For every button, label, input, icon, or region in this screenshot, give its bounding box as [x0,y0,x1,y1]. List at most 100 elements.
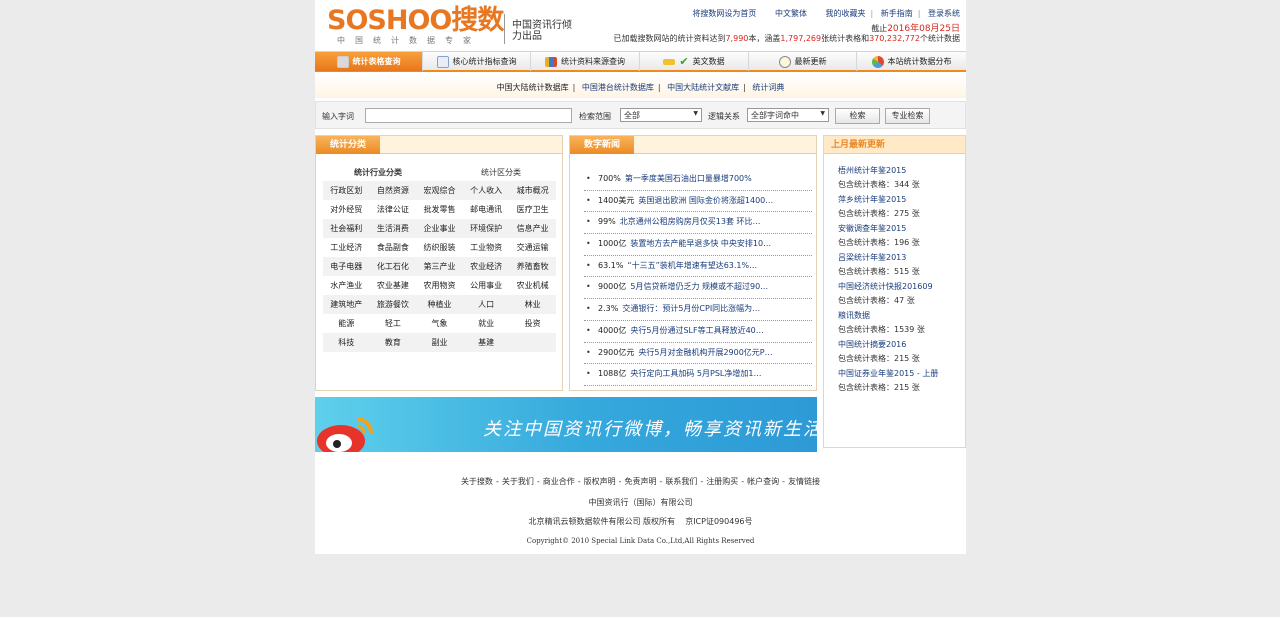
category-item[interactable]: 工业经济 [323,242,370,253]
latest-book-link[interactable]: 中国统计摘要2016 [838,339,953,350]
category-item[interactable]: 食品副食 [370,242,417,253]
category-item[interactable]: 副业 [416,337,463,348]
category-item[interactable]: 电子电器 [323,261,370,272]
news-link[interactable]: 交通银行：预计5月份CPI同比涨幅为… [622,304,760,313]
category-tab[interactable]: 统计分类 [316,136,381,154]
category-item[interactable]: 能源 [323,318,370,329]
category-item[interactable]: 科技 [323,337,370,348]
category-item[interactable]: 就业 [463,318,510,329]
category-item[interactable]: 教育 [370,337,417,348]
region-title[interactable]: 统计区分类 [481,167,521,178]
category-item[interactable]: 基建 [463,337,510,348]
latest-book-link[interactable]: 萍乡统计年鉴2015 [838,194,953,205]
category-item[interactable]: 社会福利 [323,223,370,234]
category-item[interactable]: 法律公证 [370,204,417,215]
news-item[interactable]: 1000亿装置地方去产能早退多快 中央安排10… [584,234,812,256]
category-item[interactable]: 企业事业 [416,223,463,234]
category-item[interactable]: 气象 [416,318,463,329]
category-item[interactable]: 纺织服装 [416,242,463,253]
news-item[interactable]: 4000亿央行5月份通过SLF等工具释放近40… [584,321,812,343]
nav-data-distribution[interactable]: 本站统计数据分布 [857,52,966,71]
category-item[interactable]: 轻工 [370,318,417,329]
traditional-chinese-link[interactable]: 中文繁体 [775,9,807,18]
search-button[interactable]: 检索 [835,108,880,124]
category-item[interactable]: 对外经贸 [323,204,370,215]
news-link[interactable]: 5月信贷新增仍乏力 规模或不超过90… [630,282,768,291]
category-item[interactable]: 林业 [509,299,556,310]
category-item[interactable]: 公用事业 [463,280,510,291]
news-item[interactable]: 1400美元英国退出欧洲 国际金价将涨超1400… [584,191,812,213]
category-item[interactable]: 农用物资 [416,280,463,291]
subnav-dictionary[interactable]: 统计词典 [752,83,784,92]
category-item[interactable]: 信息产业 [509,223,556,234]
latest-book-link[interactable]: 安徽调查年鉴2015 [838,223,953,234]
category-item[interactable]: 投资 [509,318,556,329]
login-link[interactable]: 登录系统 [928,9,960,18]
news-link[interactable]: 英国退出欧洲 国际金价将涨超1400… [638,196,773,205]
nav-english-data[interactable]: ✔ 英文数据 [640,52,749,71]
set-homepage-link[interactable]: 将搜数网设为首页 [692,9,756,18]
category-item[interactable]: 医疗卫生 [509,204,556,215]
latest-book-link[interactable]: 粮讯数据 [838,310,953,321]
category-item[interactable]: 工业物资 [463,242,510,253]
category-item[interactable]: 交通运输 [509,242,556,253]
news-tab[interactable]: 数字新闻 [570,136,635,154]
category-item[interactable]: 批发零售 [416,204,463,215]
weibo-banner[interactable]: 关注中国资讯行微博，畅享资讯新生活！ [315,397,817,452]
industry-title[interactable]: 统计行业分类 [354,167,402,178]
favorites-link[interactable]: 我的收藏夹 [826,9,866,18]
category-item[interactable]: 农业经济 [463,261,510,272]
nav-source-query[interactable]: 统计资料来源查询 [531,52,640,71]
scope-select[interactable]: 全部 [620,108,702,122]
news-link[interactable]: 北京通州公租房购房月仅买13套 环比… [620,217,761,226]
news-link[interactable]: 第一季度美国石油出口量暴增700% [625,174,752,183]
logo[interactable]: SOSHOO搜数 中国统计数据专家 中国资讯行倾力出品 [327,6,587,48]
category-item[interactable]: 种植业 [416,299,463,310]
news-item[interactable]: 63.1%“十三五”装机年增速有望达63.1%… [584,256,812,278]
category-item[interactable]: 农业机械 [509,280,556,291]
subnav-hktw-db[interactable]: 中国港台统计数据库 [582,83,654,92]
category-item[interactable]: 自然资源 [370,185,417,196]
nav-table-query[interactable]: 统计表格查询 [315,52,423,71]
news-link[interactable]: 央行5月对金融机构开展2900亿元P… [638,348,772,357]
news-item[interactable]: 1088亿央行定向工具加码 5月PSL净增加1… [584,364,812,386]
footer-link[interactable]: 注册购买 [706,477,738,486]
category-item[interactable]: 建筑地产 [323,299,370,310]
category-item[interactable]: 城市概况 [509,185,556,196]
news-link[interactable]: 装置地方去产能早退多快 中央安排10… [630,239,771,248]
category-item[interactable]: 行政区划 [323,185,370,196]
news-item[interactable]: 700% 第一季度美国石油出口量暴增700% [584,169,812,191]
subnav-literature-db[interactable]: 中国大陆统计文献库 [667,83,739,92]
footer-link[interactable]: 商业合作 [543,477,575,486]
news-link[interactable]: 央行定向工具加码 5月PSL净增加1… [630,369,761,378]
footer-link[interactable]: 联系我们 [665,477,697,486]
nav-latest-update[interactable]: 最新更新 [749,52,857,71]
news-item[interactable]: 99% 北京通州公租房购房月仅买13套 环比… [584,212,812,235]
footer-link[interactable]: 关于我们 [502,477,534,486]
keyword-input[interactable] [365,108,572,123]
category-item[interactable]: 人口 [463,299,510,310]
category-item[interactable]: 第三产业 [416,261,463,272]
footer-link[interactable]: 版权声明 [584,477,616,486]
footer-link[interactable]: 关于搜数 [461,477,493,486]
category-item[interactable]: 宏观综合 [416,185,463,196]
news-link[interactable]: “十三五”装机年增速有望达63.1%… [627,261,757,270]
news-item[interactable]: 2.3%交通银行：预计5月份CPI同比涨幅为… [584,299,812,321]
category-item[interactable]: 养殖畜牧 [509,261,556,272]
nav-core-indicator[interactable]: 核心统计指标查询 [423,52,531,71]
latest-book-link[interactable]: 中国经济统计快报201609 [838,281,953,292]
category-item[interactable]: 环境保护 [463,223,510,234]
category-item[interactable]: 旅游餐饮 [370,299,417,310]
category-item[interactable]: 水产渔业 [323,280,370,291]
latest-book-link[interactable]: 吕梁统计年鉴2013 [838,252,953,263]
latest-book-link[interactable]: 梧州统计年鉴2015 [838,165,953,176]
beginner-guide-link[interactable]: 新手指南 [881,9,913,18]
category-item[interactable]: 邮电通讯 [463,204,510,215]
footer-link[interactable]: 帐户查询 [747,477,779,486]
latest-book-link[interactable]: 中国证券业年鉴2015 - 上册 [838,368,953,379]
category-item[interactable]: 农业基建 [370,280,417,291]
category-item[interactable]: 化工石化 [370,261,417,272]
news-item[interactable]: 2900亿元央行5月对金融机构开展2900亿元P… [584,343,812,365]
footer-link[interactable]: 友情链接 [788,477,820,486]
category-item[interactable]: 个人收入 [463,185,510,196]
